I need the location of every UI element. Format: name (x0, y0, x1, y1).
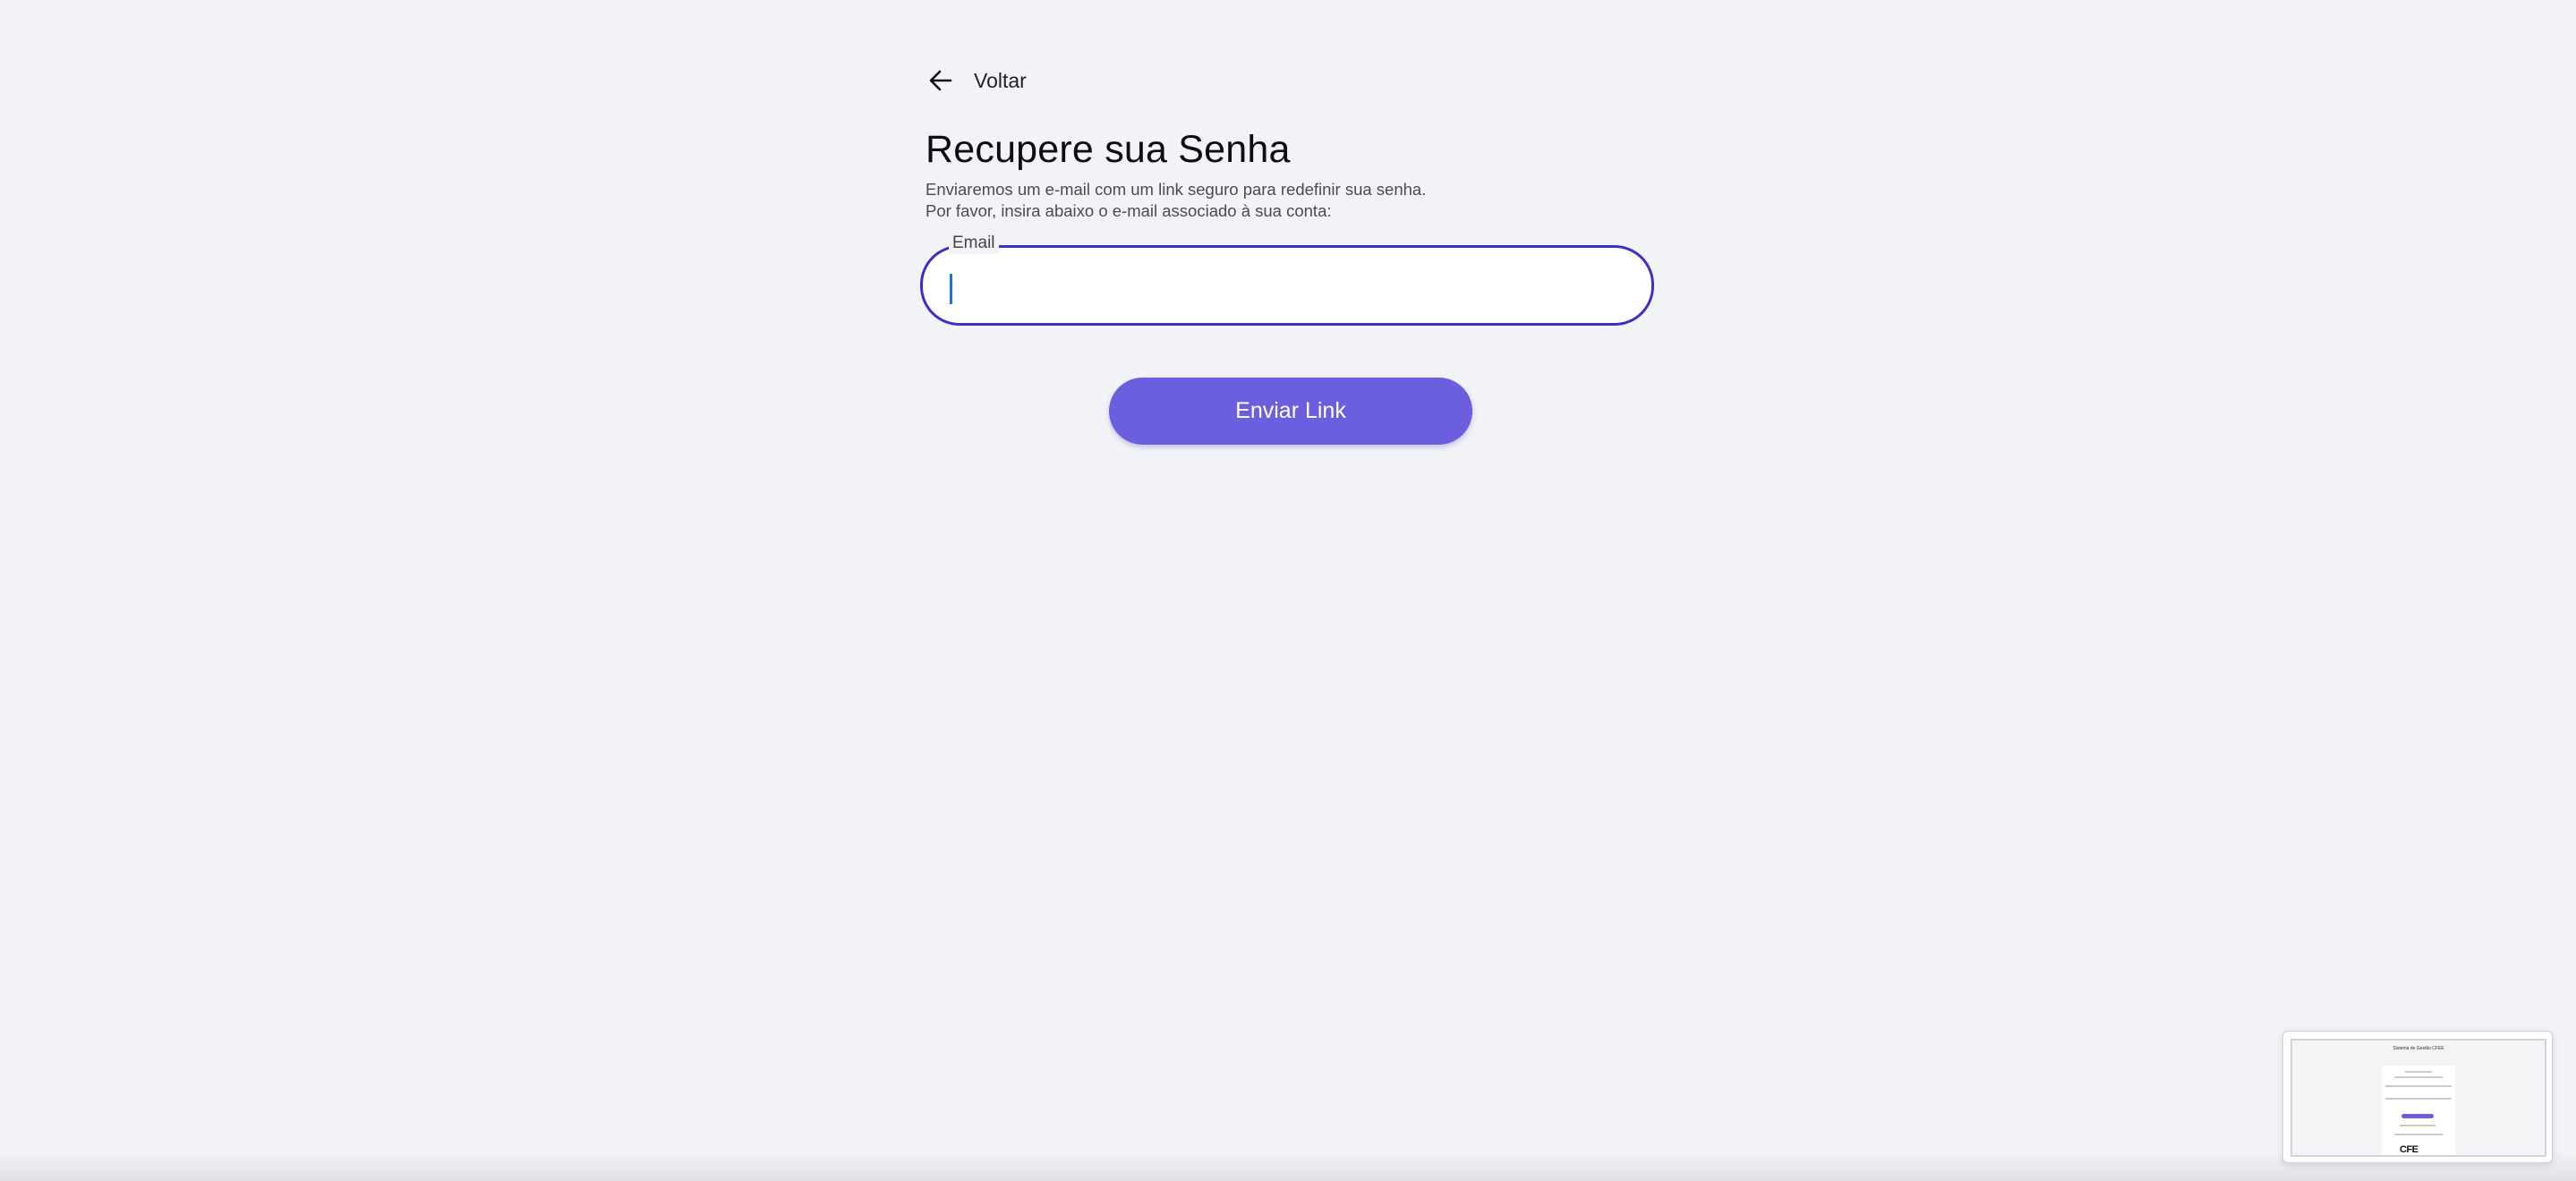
email-field-outline[interactable] (920, 244, 1654, 326)
email-field[interactable]: Email (920, 232, 1656, 326)
preview-line (2394, 1076, 2443, 1078)
preview-line (2400, 1125, 2435, 1126)
page-title: Recupere sua Senha (925, 128, 1291, 171)
preview-line (2405, 1071, 2432, 1073)
arrow-left-icon[interactable] (927, 67, 954, 94)
preview-button (2401, 1114, 2434, 1118)
preview-title: Sistema de Gestão CFEE (2393, 1046, 2444, 1051)
preview-line (2394, 1134, 2443, 1135)
subtitle-line-2: Por favor, insira abaixo o e-mail associ… (925, 200, 1332, 220)
subtitle-line-1: Enviaremos um e-mail com um link seguro … (925, 179, 1427, 199)
recover-password-page: Voltar Recupere sua Senha Enviaremos um … (920, 64, 1656, 445)
back-label[interactable]: Voltar (974, 69, 1027, 93)
preview-line (2385, 1085, 2452, 1087)
email-label: Email (949, 232, 999, 254)
preview-logo: CFE (2400, 1144, 2418, 1155)
back-link[interactable]: Voltar (925, 64, 1656, 97)
text-caret (950, 273, 952, 304)
page-preview-thumbnail[interactable]: Sistema de Gestão CFEE CFE (2282, 1031, 2553, 1163)
form-actions: Enviar Link (925, 377, 1656, 445)
preview-card: CFE (2382, 1066, 2455, 1155)
email-input[interactable] (950, 272, 1630, 305)
send-link-button[interactable]: Enviar Link (1109, 377, 1472, 445)
bottom-shadow (0, 1151, 2576, 1181)
preview-frame: Sistema de Gestão CFEE CFE (2290, 1039, 2546, 1157)
preview-line (2385, 1098, 2452, 1100)
page-subtitle: Enviaremos um e-mail com um link seguro … (925, 179, 1656, 222)
